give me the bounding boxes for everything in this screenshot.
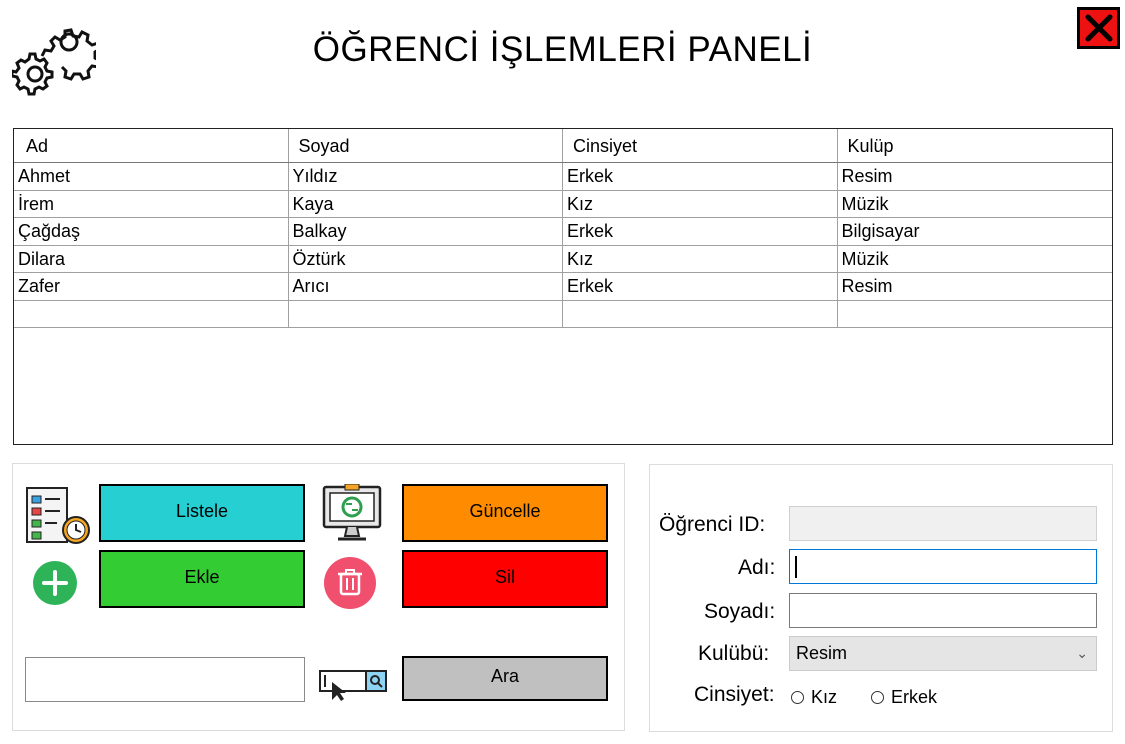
add-button[interactable]: Ekle	[99, 550, 305, 608]
page-title: ÖĞRENCİ İŞLEMLERİ PANELİ	[312, 30, 813, 69]
last-name-label: Soyadı:	[704, 600, 776, 623]
last-name-field[interactable]	[789, 593, 1097, 628]
chevron-down-icon: ⌄	[1076, 645, 1088, 661]
column-header-cinsiyet[interactable]: Cinsiyet	[563, 129, 838, 162]
table-cell[interactable]: Kız	[563, 245, 838, 272]
delete-button[interactable]: Sil	[402, 550, 608, 608]
table-cell[interactable]: Dilara	[14, 245, 289, 272]
column-header-soyad[interactable]: Soyad	[289, 129, 563, 162]
radio-kiz-label: Kız	[811, 687, 838, 707]
table-cell[interactable]	[563, 300, 838, 327]
table-cell[interactable]: Arıcı	[289, 273, 563, 300]
table-row[interactable]: Dilara Öztürk Kız Müzik	[14, 245, 1113, 273]
table-cell[interactable]: Ahmet	[14, 163, 289, 190]
table-row[interactable]: İrem Kaya Kız Müzik	[14, 190, 1113, 218]
table-cell[interactable]: Kız	[563, 190, 838, 217]
table-cell[interactable]	[14, 300, 289, 327]
table-row-new[interactable]	[14, 300, 1113, 328]
text-caret	[795, 556, 797, 578]
table-cell[interactable]	[289, 300, 563, 327]
radio-circle-icon[interactable]	[791, 691, 804, 704]
table-cell[interactable]	[838, 301, 1113, 328]
table-cell[interactable]: Yıldız	[289, 163, 563, 190]
monitor-refresh-icon	[322, 484, 382, 541]
table-cell[interactable]: İrem	[14, 190, 289, 217]
table-cell[interactable]: Bilgisayar	[838, 218, 1113, 245]
list-button[interactable]: Listele	[99, 484, 305, 542]
close-button[interactable]	[1077, 7, 1120, 49]
radio-circle-icon[interactable]	[871, 691, 884, 704]
radio-kiz[interactable]: Kız	[791, 687, 837, 708]
checklist-clock-icon	[26, 487, 90, 544]
table-row[interactable]: Zafer Arıcı Erkek Resim	[14, 273, 1112, 301]
search-button[interactable]: Ara	[402, 656, 608, 701]
club-label: Kulübü:	[698, 642, 770, 665]
student-id-field	[789, 506, 1097, 541]
gender-label: Cinsiyet:	[694, 683, 775, 706]
table-cell[interactable]: Erkek	[563, 273, 838, 300]
table-cell[interactable]: Çağdaş	[14, 218, 289, 245]
table-cell[interactable]: Erkek	[563, 218, 838, 245]
table-row[interactable]: Çağdaş Balkay Erkek Bilgisayar	[14, 218, 1112, 246]
table-cell[interactable]: Resim	[838, 163, 1113, 190]
close-icon	[1085, 14, 1112, 42]
table-row[interactable]: Ahmet Yıldız Erkek Resim	[14, 163, 1112, 191]
radio-erkek-label: Erkek	[891, 687, 938, 707]
table-cell[interactable]: Balkay	[289, 218, 563, 245]
table-cell[interactable]: Erkek	[563, 163, 838, 190]
trash-icon	[324, 557, 376, 609]
search-input[interactable]	[25, 657, 305, 702]
club-select[interactable]: Resim ⌄	[789, 636, 1097, 671]
table-cell[interactable]: Resim	[838, 273, 1113, 300]
radio-erkek[interactable]: Erkek	[871, 687, 937, 708]
add-icon	[33, 561, 77, 605]
column-header-ad[interactable]: Ad	[14, 129, 289, 162]
table-cell[interactable]: Kaya	[289, 190, 563, 217]
table-cell[interactable]: Öztürk	[289, 245, 563, 272]
table-cell[interactable]: Müzik	[838, 191, 1113, 218]
update-button[interactable]: Güncelle	[402, 484, 608, 542]
search-box-icon	[319, 670, 387, 701]
club-selected-value: Resim	[796, 643, 848, 663]
first-name-field[interactable]	[789, 549, 1097, 584]
column-header-kulup[interactable]: Kulüp	[838, 129, 1113, 162]
table-cell[interactable]: Zafer	[14, 273, 289, 300]
student-id-label: Öğrenci ID:	[659, 513, 766, 536]
student-grid[interactable]: Ad Soyad Cinsiyet Kulüp Ahmet Yıldız Erk…	[13, 128, 1113, 445]
table-cell[interactable]: Müzik	[838, 246, 1113, 273]
first-name-label: Adı:	[738, 556, 776, 579]
grid-header: Ad Soyad Cinsiyet Kulüp	[14, 129, 1112, 163]
